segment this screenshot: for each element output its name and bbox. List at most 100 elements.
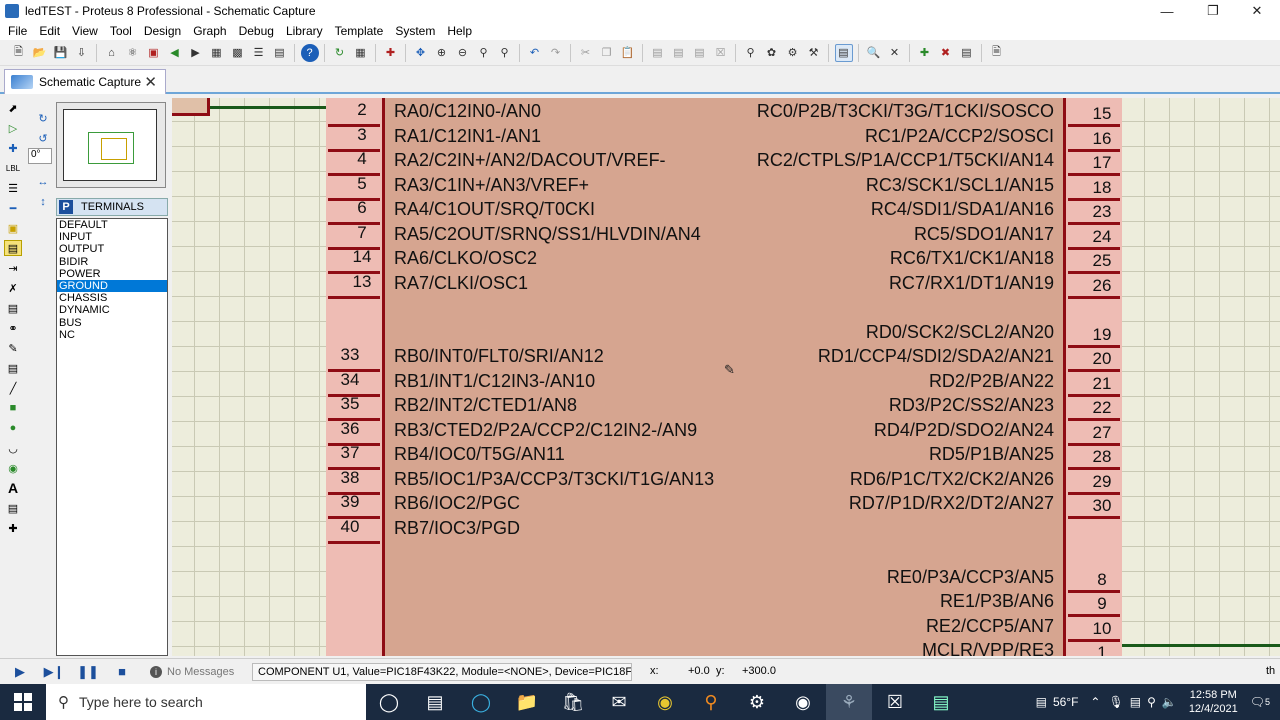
undo-icon[interactable]: ↶ (526, 44, 544, 62)
right-pin-line[interactable] (1068, 369, 1120, 372)
menu-template[interactable]: Template (329, 24, 390, 38)
tray-chevron-icon[interactable]: ⌃ (1090, 695, 1100, 709)
terminals-mode-icon[interactable]: ▤ (4, 240, 22, 256)
zoom-out-icon[interactable]: ⊖ (454, 44, 472, 62)
right-pin-line[interactable] (1068, 491, 1120, 495)
menu-system[interactable]: System (389, 24, 441, 38)
overview-window[interactable] (56, 102, 166, 188)
pick-device-icon[interactable]: ⚲ (742, 44, 760, 62)
gerber-icon[interactable]: ▩ (229, 44, 247, 62)
partial-component[interactable] (172, 98, 210, 116)
grid-icon[interactable]: ▦ (352, 44, 370, 62)
component-mode-icon[interactable]: ▷ (4, 120, 22, 136)
back-icon[interactable]: ◀ (166, 44, 184, 62)
import-icon[interactable]: ⇩ (73, 44, 91, 62)
menu-file[interactable]: File (2, 24, 33, 38)
volume-icon[interactable]: 🔈 (1162, 695, 1177, 709)
bus-mode-icon[interactable]: ━ (4, 200, 22, 216)
wire[interactable] (1122, 644, 1280, 647)
terminal-item-dynamic[interactable]: DYNAMIC (57, 304, 167, 316)
tab-schematic-capture[interactable]: Schematic Capture ✕ (4, 69, 166, 94)
delete-sheet-icon[interactable]: ✖ (937, 44, 955, 62)
save-icon[interactable]: 💾 (52, 44, 70, 62)
chrome-icon[interactable]: ◉ (642, 684, 688, 720)
design-explorer-icon[interactable]: 🗎 (988, 44, 1006, 62)
right-pin-line[interactable] (1068, 173, 1120, 176)
generator-mode-icon[interactable]: ⚭ (4, 320, 22, 336)
marker-tool-icon[interactable]: ✚ (4, 520, 22, 536)
right-pin-line[interactable] (1068, 614, 1120, 617)
block-rotate-icon[interactable]: ▤ (691, 44, 709, 62)
terminal-item-chassis[interactable]: CHASSIS (57, 292, 167, 304)
terminal-item-default[interactable]: DEFAULT (57, 219, 167, 231)
wifi-icon[interactable]: ⚲ (1147, 695, 1156, 709)
zoom-all-icon[interactable]: ⚲ (475, 44, 493, 62)
notifications-icon[interactable]: 🗨 5 (1250, 695, 1270, 709)
schematic-canvas[interactable]: 2 RA0/C12IN0-/AN0 3 RA1/C12IN1-/AN1 4 RA2/C2I… (172, 98, 1280, 656)
network-icon[interactable]: ▤ (1130, 695, 1141, 709)
menu-edit[interactable]: Edit (33, 24, 66, 38)
task-view-icon[interactable]: ▤ (412, 684, 458, 720)
terminal-item-input[interactable]: INPUT (57, 231, 167, 243)
subcircuit-icon[interactable]: ▣ (4, 220, 22, 236)
restore-button[interactable]: ❐ (1190, 0, 1236, 22)
terminal-item-bus[interactable]: BUS (57, 317, 167, 329)
terminal-item-nc[interactable]: NC (57, 329, 167, 341)
text-script-icon[interactable]: ☰ (4, 180, 22, 196)
open-folder-icon[interactable]: 📂 (31, 44, 49, 62)
file-explorer-icon[interactable]: 📁 (504, 684, 550, 720)
right-pin-line[interactable] (1068, 148, 1120, 152)
menu-help[interactable]: Help (441, 24, 478, 38)
right-pin-line[interactable] (1068, 393, 1120, 397)
right-pin-line[interactable] (1068, 418, 1120, 421)
terminal-item-power[interactable]: POWER (57, 268, 167, 280)
windows-start-icon[interactable] (0, 684, 46, 720)
netlist-icon[interactable]: ▤ (958, 44, 976, 62)
pause-icon[interactable]: ❚❚ (77, 663, 99, 681)
new-file-icon[interactable]: 🗎 (10, 44, 28, 62)
block-copy-icon[interactable]: ▤ (649, 44, 667, 62)
wire-autorouter-icon[interactable]: ▤ (834, 43, 853, 62)
cortana-icon[interactable]: ◯ (366, 684, 412, 720)
text-tool-icon[interactable]: A (4, 480, 22, 496)
play-icon[interactable]: ▶ (10, 663, 30, 681)
app-taskbar-icon[interactable]: ☒ (872, 684, 918, 720)
right-pin-line[interactable] (1068, 246, 1120, 250)
symbol-tool-icon[interactable]: ▤ (4, 500, 22, 516)
box-tool-icon[interactable]: ■ (4, 400, 22, 416)
step-icon[interactable]: ▶❙ (44, 663, 65, 681)
graph-mode-icon[interactable]: ✗ (4, 280, 22, 296)
rotate-clockwise-icon[interactable]: ↻ (34, 110, 52, 126)
redo-icon[interactable]: ↷ (547, 44, 565, 62)
new-sheet-icon[interactable]: ✚ (916, 44, 934, 62)
make-device-icon[interactable]: ✿ (763, 44, 781, 62)
selection-mode-icon[interactable]: ⬈ (4, 100, 22, 116)
microphone-icon[interactable]: 🎙 (1108, 695, 1123, 709)
origin-icon[interactable]: ✚ (382, 44, 400, 62)
taskbar-search-box[interactable]: ⚲ Type here to search (46, 684, 366, 720)
zoom-in-icon[interactable]: ⊕ (433, 44, 451, 62)
block-move-icon[interactable]: ▤ (670, 44, 688, 62)
clock[interactable]: 12:58 PM 12/4/2021 (1189, 688, 1238, 716)
rotate-anticlockwise-icon[interactable]: ↺ (34, 130, 52, 146)
rotation-angle-field[interactable]: 0° (28, 148, 52, 164)
decompose-icon[interactable]: ⚒ (805, 44, 823, 62)
notes-icon[interactable]: ▤ (271, 44, 289, 62)
wire[interactable] (210, 106, 330, 109)
news-icon[interactable]: ▤ (1036, 695, 1047, 709)
obs-icon[interactable]: ◉ (780, 684, 826, 720)
minimize-button[interactable]: — (1144, 0, 1190, 22)
home-icon[interactable]: ⌂ (103, 44, 121, 62)
menu-library[interactable]: Library (280, 24, 329, 38)
cut-icon[interactable]: ✂ (577, 44, 595, 62)
right-pin-line[interactable] (1068, 344, 1120, 348)
path-tool-icon[interactable]: ◉ (4, 460, 22, 476)
3d-icon[interactable]: ▦ (208, 44, 226, 62)
right-pin-line[interactable] (1068, 295, 1120, 299)
menu-graph[interactable]: Graph (187, 24, 232, 38)
left-pin-line[interactable] (328, 295, 380, 299)
messages-indicator[interactable]: i No Messages (150, 665, 234, 678)
right-pin-line[interactable] (1068, 197, 1120, 201)
help-icon[interactable]: ? (300, 43, 319, 62)
right-pin-line[interactable] (1068, 638, 1120, 642)
